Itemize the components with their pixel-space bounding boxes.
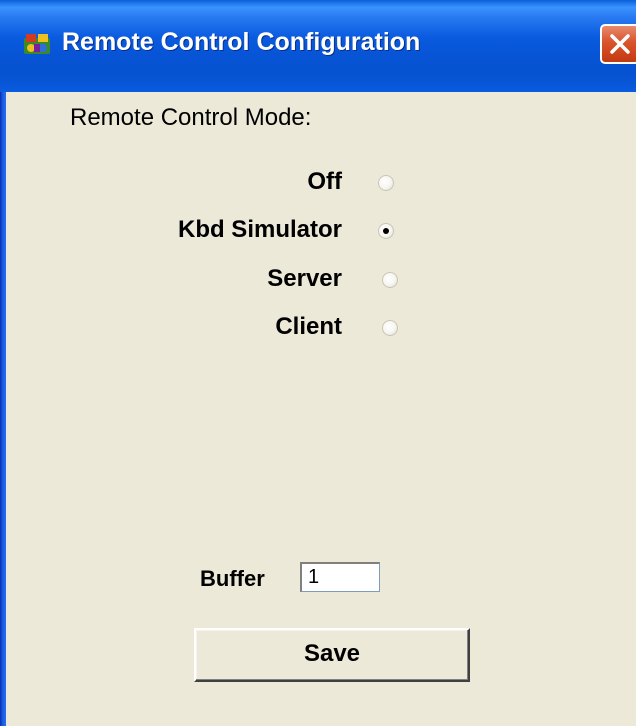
radio-client[interactable] [382, 320, 398, 336]
radio-selected-dot [383, 228, 389, 234]
window-title: Remote Control Configuration [62, 28, 421, 56]
save-button[interactable]: Save [194, 628, 470, 682]
mode-option-client[interactable]: Client [200, 313, 342, 343]
mode-option-label: Kbd Simulator [177, 216, 342, 243]
dialog-window: Remote Control Configuration Remote Cont… [0, 0, 636, 726]
mode-option-kbd-simulator[interactable]: Kbd Simulator [100, 216, 342, 246]
mode-label: Remote Control Mode: [70, 104, 312, 131]
radio-server[interactable] [382, 272, 398, 288]
title-bar[interactable]: Remote Control Configuration [0, 0, 636, 92]
buffer-label: Buffer [200, 566, 265, 591]
buffer-input[interactable] [300, 562, 380, 592]
close-button[interactable] [600, 24, 636, 64]
window-frame-left [0, 92, 6, 726]
mode-option-label: Server [267, 265, 342, 292]
mode-option-server[interactable]: Server [200, 265, 342, 295]
radio-off[interactable] [378, 175, 394, 191]
close-icon [610, 34, 630, 54]
radio-kbd-simulator[interactable] [378, 223, 394, 239]
app-icon [22, 30, 52, 58]
mode-option-off[interactable]: Off [200, 168, 342, 198]
mode-option-label: Client [275, 313, 342, 340]
mode-option-label: Off [307, 168, 342, 195]
